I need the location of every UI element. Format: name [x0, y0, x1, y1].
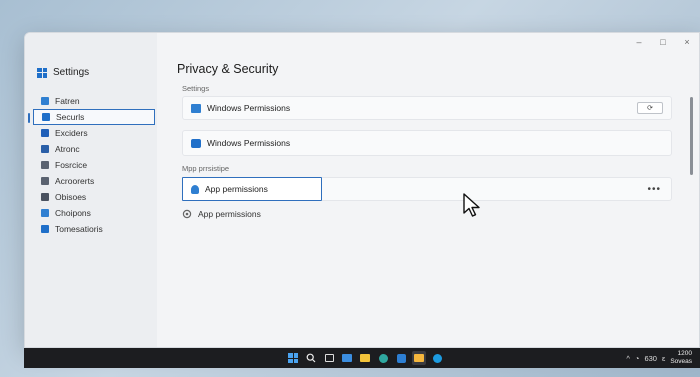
taskbar: ^ ◔ 630 ε 1200 Soveas — [24, 348, 700, 368]
sidebar-item-obisoes[interactable]: Obisoes — [33, 189, 155, 205]
folder-icon[interactable] — [412, 351, 426, 365]
search-icon[interactable] — [304, 351, 318, 365]
sidebar-item-label: Exciders — [55, 128, 88, 138]
shield-icon — [42, 113, 50, 121]
more-options-icon[interactable]: ••• — [647, 184, 661, 195]
sidebar-item-label: Acroorerts — [55, 176, 95, 186]
refresh-button[interactable]: ⟳ — [637, 102, 663, 114]
widgets-icon[interactable] — [340, 351, 354, 365]
sidebar-item-label: Fosrcice — [55, 160, 88, 170]
gaming-icon — [41, 209, 49, 217]
app-permissions-link[interactable]: App permissions — [182, 209, 261, 219]
tray-extra: ε — [661, 353, 666, 363]
windows-permissions-card-2[interactable]: Windows Permissions — [182, 130, 672, 156]
app-title: Settings — [37, 67, 89, 78]
windows-icon — [191, 103, 201, 113]
settings-window: – □ × Settings Fatren Securls Exciders Atro… — [24, 32, 700, 348]
task-view-icon[interactable] — [322, 351, 336, 365]
app-title-label: Settings — [53, 67, 90, 78]
settings-logo-icon — [37, 67, 47, 78]
home-icon — [41, 97, 49, 105]
sidebar-item-label: Securls — [56, 112, 85, 122]
sidebar-item-label: Atronc — [55, 144, 80, 154]
edge-icon[interactable] — [376, 351, 390, 365]
tray-value: 630 — [644, 353, 657, 363]
clock[interactable]: 1200 Soveas — [670, 350, 692, 366]
sidebar-item-acroorerts[interactable]: Acroorerts — [33, 173, 155, 189]
time-icon — [41, 193, 49, 201]
grid-icon — [41, 145, 49, 153]
grid-icon — [41, 129, 49, 137]
system-tray: ^ ◔ 630 ε 1200 Soveas — [626, 350, 692, 366]
person-icon — [191, 184, 199, 194]
card-label: Windows Permissions — [207, 103, 291, 113]
page-title: Privacy & Security — [177, 62, 279, 76]
scrollbar[interactable] — [690, 97, 693, 175]
sidebar-item-fosrcice[interactable]: Fosrcice — [33, 157, 155, 173]
breadcrumb: Settings — [182, 84, 210, 93]
apps-icon — [41, 161, 49, 169]
sidebar-item-tomesatioris[interactable]: Tomesatioris — [33, 221, 155, 237]
file-explorer-icon[interactable] — [358, 351, 372, 365]
security-icon — [191, 138, 201, 148]
mouse-cursor-icon — [463, 193, 480, 217]
app-permissions-label: App permissions — [205, 184, 268, 194]
card-label: Windows Permissions — [207, 138, 291, 148]
sidebar-item-exciders[interactable]: Exciders — [33, 125, 155, 141]
sidebar-item-choipons[interactable]: Choipons — [33, 205, 155, 221]
sidebar-item-label: Tomesatioris — [55, 224, 103, 234]
sidebar: Settings Fatren Securls Exciders Atronc Fosr… — [25, 33, 157, 347]
app-permissions-link-label: App permissions — [198, 209, 261, 219]
store-icon[interactable] — [394, 351, 408, 365]
sidebar-nav: Fatren Securls Exciders Atronc Fosrcice Acroo… — [28, 93, 155, 237]
sidebar-item-label: Choipons — [55, 208, 91, 218]
sidebar-item-label: Obisoes — [55, 192, 87, 202]
section-subheading: Mpp prrsistipe — [182, 164, 230, 173]
app-permissions-item[interactable]: App permissions — [182, 177, 322, 201]
accounts-icon — [41, 177, 49, 185]
start-icon[interactable] — [286, 351, 300, 365]
browser-icon[interactable] — [430, 351, 444, 365]
sidebar-item-securls[interactable]: Securls — [28, 109, 155, 125]
clock-date: Soveas — [670, 358, 692, 365]
taskbar-icons — [286, 351, 444, 365]
windows-permissions-card[interactable]: Windows Permissions ⟳ — [182, 96, 672, 120]
main-content: Privacy & Security Settings Windows Perm… — [177, 33, 699, 347]
sidebar-item-label: Fatren — [55, 96, 80, 106]
gear-icon — [182, 209, 192, 219]
clock-time: 1200 — [677, 350, 692, 357]
network-icon[interactable]: ◔ — [635, 354, 640, 363]
update-icon — [41, 225, 49, 233]
sidebar-item-atronc[interactable]: Atronc — [33, 141, 155, 157]
sidebar-item-fatren[interactable]: Fatren — [33, 93, 155, 109]
tray-chevron-icon[interactable]: ^ — [626, 354, 630, 363]
